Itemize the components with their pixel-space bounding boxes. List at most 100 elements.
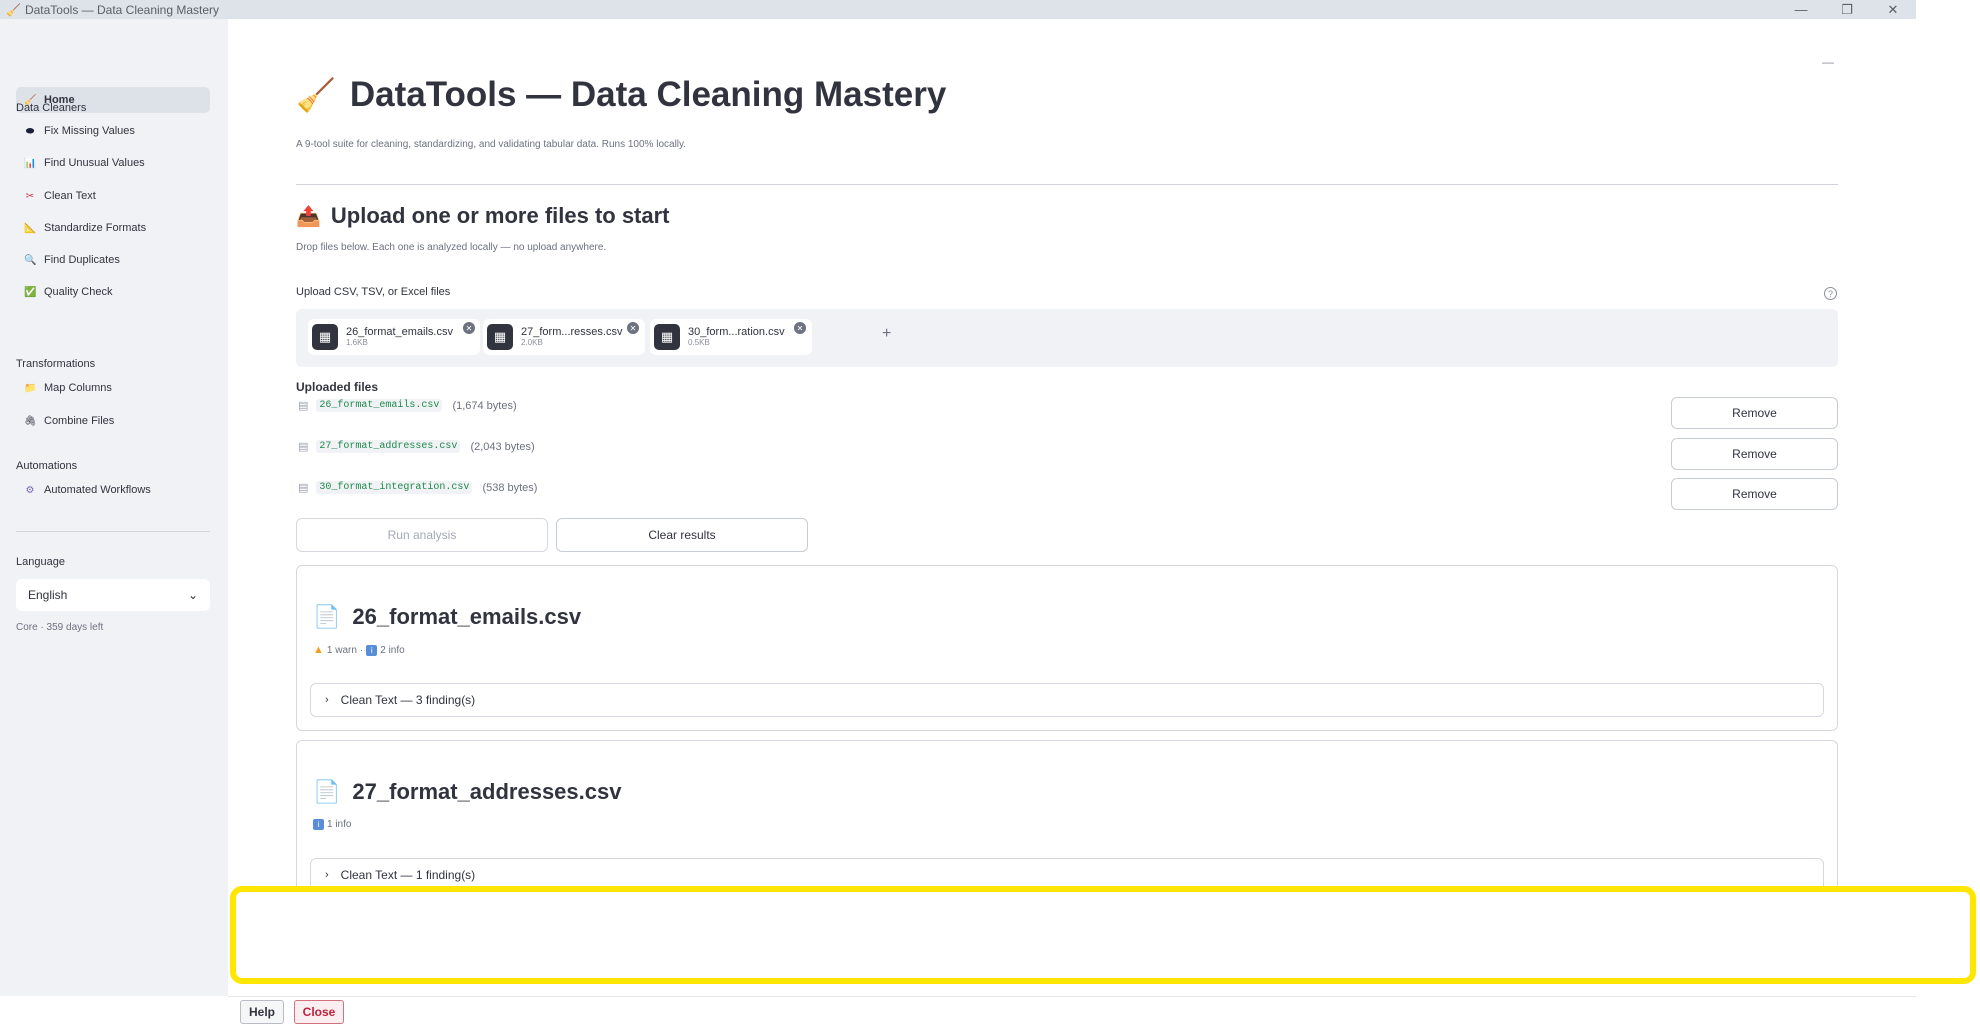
file-bytes: (1,674 bytes) xyxy=(452,399,517,412)
sidebar-item-automated-workflows[interactable]: ⚙ Automated Workflows xyxy=(16,478,210,502)
help-button[interactable]: Help xyxy=(240,1000,284,1024)
uploaded-files-heading: Uploaded files xyxy=(296,380,379,394)
document-icon: ▤ xyxy=(298,482,309,494)
remove-chip-icon[interactable]: ✕ xyxy=(794,322,806,334)
sidebar-item-label: Automated Workflows xyxy=(44,484,151,496)
result-file-name: 26_format_emails.csv xyxy=(352,604,582,629)
chevron-down-icon: ⌄ xyxy=(187,588,198,602)
uploaded-file-row: ▤ 30_format_integration.csv (538 bytes) xyxy=(298,481,537,494)
result-card-title: 📄 27_format_addresses.csv xyxy=(313,779,621,805)
sidebar-item-find-unusual-values[interactable]: 📊 Find Unusual Values xyxy=(16,151,210,175)
clear-results-button[interactable]: Clear results xyxy=(556,518,808,552)
table-file-icon: ▦ xyxy=(487,324,513,350)
result-file-name: 27_format_addresses.csv xyxy=(352,779,622,804)
language-value: English xyxy=(28,588,68,602)
close-button[interactable]: Close xyxy=(294,1000,344,1024)
paperclip-icon: 🖇 xyxy=(24,415,37,427)
desktop-background xyxy=(1916,0,1980,1028)
language-select[interactable]: English ⌄ xyxy=(16,579,210,611)
window-title: DataTools — Data Cleaning Mastery xyxy=(24,2,220,17)
section-header-data-cleaners: Data Cleaners xyxy=(16,102,87,114)
restore-button[interactable]: ❐ xyxy=(1824,0,1870,19)
section-header-automations: Automations xyxy=(16,460,78,472)
document-icon: ▤ xyxy=(298,400,309,412)
sidebar: 🧹 Home Data Cleaners ⬬ Fix Missing Value… xyxy=(0,19,228,996)
highlight-annotation xyxy=(230,886,1976,984)
divider xyxy=(296,184,1838,185)
remove-button[interactable]: Remove xyxy=(1671,397,1838,429)
page-title: 🧹 DataTools — Data Cleaning Mastery xyxy=(296,75,946,115)
minimize-button[interactable]: — xyxy=(1778,0,1824,19)
upload-heading: 📤 Upload one or more files to start xyxy=(296,203,670,229)
document-icon: 📄 xyxy=(313,604,341,629)
upload-hint: Drop files below. Each one is analyzed l… xyxy=(296,242,607,253)
uploaded-file-chip: ▦ 26_format_emails.csv 1.6KB ✕ xyxy=(308,319,480,355)
sidebar-item-quality-check[interactable]: ✅ Quality Check xyxy=(16,280,210,304)
add-files-icon[interactable]: + xyxy=(882,325,891,343)
findings-expander[interactable]: › Clean Text — 3 finding(s) xyxy=(310,683,1824,717)
help-icon[interactable]: ? xyxy=(1824,287,1837,300)
warning-icon: ▲ xyxy=(313,644,324,656)
remove-button[interactable]: Remove xyxy=(1671,438,1838,470)
close-window-button[interactable]: ✕ xyxy=(1870,0,1916,19)
sidebar-item-standardize-formats[interactable]: 📐 Standardize Formats xyxy=(16,216,210,240)
sidebar-item-map-columns[interactable]: 📁 Map Columns xyxy=(16,376,210,400)
magnifier-icon: 🔍 xyxy=(24,254,37,266)
bottom-bar: Help Close xyxy=(228,996,1916,1028)
info-icon: i xyxy=(366,644,378,656)
remove-chip-icon[interactable]: ✕ xyxy=(463,322,475,334)
uploaded-file-chip: ▦ 27_form...resses.csv 2.0KB ✕ xyxy=(483,319,645,355)
chip-file-size: 0.5KB xyxy=(688,337,710,347)
expander-label: Clean Text — 3 finding(s) xyxy=(340,693,476,707)
page-title-text: DataTools — Data Cleaning Mastery xyxy=(349,75,947,114)
outbox-tray-icon: 📤 xyxy=(296,205,321,228)
checkmark-icon: ✅ xyxy=(24,286,37,298)
window-titlebar: 🧹 DataTools — Data Cleaning Mastery — ❐ … xyxy=(0,0,1916,19)
warn-count: 1 warn xyxy=(326,644,357,656)
table-file-icon: ▦ xyxy=(312,324,338,350)
sidebar-item-label: Clean Text xyxy=(44,190,96,202)
file-bytes: (538 bytes) xyxy=(482,481,538,494)
chip-file-name: 27_form...resses.csv xyxy=(521,326,623,339)
info-count: 1 info xyxy=(327,819,352,830)
info-icon: i xyxy=(313,819,324,830)
language-label: Language xyxy=(16,556,65,568)
uploaded-file-chip: ▦ 30_form...ration.csv 0.5KB ✕ xyxy=(650,319,812,355)
license-status: Core · 359 days left xyxy=(16,622,104,633)
remove-button[interactable]: Remove xyxy=(1671,478,1838,510)
sidebar-item-label: Map Columns xyxy=(44,382,112,394)
file-dropzone[interactable]: ▦ 26_format_emails.csv 1.6KB ✕ ▦ 27_form… xyxy=(296,309,1838,367)
expander-label: Clean Text — 1 finding(s) xyxy=(340,868,476,882)
sidebar-item-label: Combine Files xyxy=(44,415,115,427)
file-name: 30_format_integration.csv xyxy=(316,481,473,494)
uploader-label: Upload CSV, TSV, or Excel files xyxy=(296,286,451,298)
chip-file-name: 30_form...ration.csv xyxy=(688,326,785,339)
result-card: 📄 26_format_emails.csv ▲ 1 warn · i 2 in… xyxy=(296,565,1838,731)
sidebar-item-combine-files[interactable]: 🖇 Combine Files xyxy=(16,409,210,433)
folder-icon: 📁 xyxy=(24,382,37,394)
document-icon: ▤ xyxy=(298,441,309,453)
remove-chip-icon[interactable]: ✕ xyxy=(627,322,639,334)
sidebar-item-clean-text[interactable]: ✂ Clean Text xyxy=(16,184,210,208)
info-count: 2 info xyxy=(380,644,405,656)
document-icon: 📄 xyxy=(313,779,341,804)
sidebar-item-label: Find Duplicates xyxy=(44,254,120,266)
result-summary: i 1 info xyxy=(313,819,351,830)
minimize-icon[interactable]: — xyxy=(1822,55,1834,69)
sidebar-divider xyxy=(16,531,210,532)
window-controls: — ❐ ✕ xyxy=(1778,0,1916,19)
sidebar-item-find-duplicates[interactable]: 🔍 Find Duplicates xyxy=(16,248,210,272)
upload-heading-text: Upload one or more files to start xyxy=(330,203,670,228)
broom-icon: 🧹 xyxy=(296,77,336,113)
chip-file-size: 1.6KB xyxy=(346,337,368,347)
sidebar-item-label: Quality Check xyxy=(44,286,113,298)
run-analysis-button[interactable]: Run analysis xyxy=(296,518,548,552)
chip-file-size: 2.0KB xyxy=(521,337,543,347)
sidebar-item-fix-missing-values[interactable]: ⬬ Fix Missing Values xyxy=(16,119,210,143)
page-subtitle: A 9-tool suite for cleaning, standardizi… xyxy=(296,139,687,150)
ellipse-icon: ⬬ xyxy=(25,125,35,137)
chip-file-name: 26_format_emails.csv xyxy=(346,326,453,339)
section-header-transformations: Transformations xyxy=(16,358,96,370)
separator: · xyxy=(359,644,364,656)
file-name: 26_format_emails.csv xyxy=(316,399,443,412)
